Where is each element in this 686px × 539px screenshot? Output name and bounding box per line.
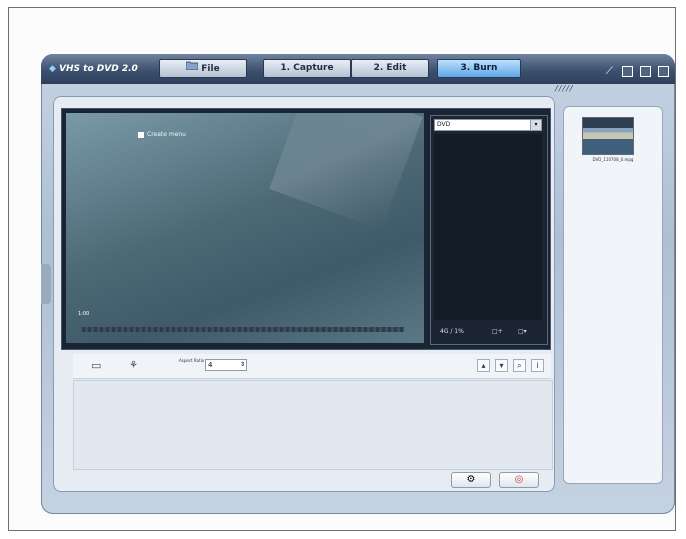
decorative-hatch: ///// [555, 84, 574, 93]
maximize-button[interactable] [639, 66, 651, 77]
preview-timeline-bar[interactable] [82, 327, 404, 332]
zoom-icon[interactable]: ⌕ [513, 359, 526, 372]
left-handle[interactable] [41, 264, 51, 304]
dvd-panel: DVD ▾ 4G / 1% □+ □▾ [430, 115, 548, 345]
tab-edit-label: 2. Edit [373, 63, 407, 73]
aspect-ratio-value: 4 [208, 361, 213, 369]
video-thumbnail-label: DVD_110708_0.mpg [592, 157, 634, 162]
move-up-icon[interactable]: ▴ [477, 359, 490, 372]
screen-glare [269, 113, 423, 230]
tab-file-label: File [201, 64, 220, 74]
dvd-format-value: DVD [437, 121, 451, 128]
aspect-ratio-label: Aspect Ratio [179, 358, 205, 363]
settings-button[interactable]: ⚙ [451, 472, 491, 488]
title-bar: ◆ VHS to DVD 2.0 File 1. Capture 2. Edit… [41, 54, 675, 84]
disc-options-button[interactable]: □▾ [518, 324, 527, 340]
spinner-icon[interactable]: ⇕ [240, 360, 245, 370]
tab-capture[interactable]: 1. Capture [263, 59, 351, 78]
chevron-down-icon[interactable]: ▾ [530, 120, 541, 130]
dvd-format-select[interactable]: DVD ▾ [434, 119, 542, 131]
app-window: ◆ VHS to DVD 2.0 File 1. Capture 2. Edit… [41, 54, 675, 514]
tab-burn-label: 3. Burn [460, 63, 498, 73]
app-logo: ◆ VHS to DVD 2.0 [49, 61, 138, 77]
help-button[interactable] [621, 66, 633, 77]
tab-capture-label: 1. Capture [280, 63, 334, 73]
monitor-icon[interactable]: ▭ [91, 359, 101, 373]
preview-area: Create menu 1:00 DVD ▾ 4G / 1% □+ □▾ [61, 108, 551, 350]
screenshot-frame: ◆ VHS to DVD 2.0 File 1. Capture 2. Edit… [8, 7, 676, 531]
video-thumbnail[interactable] [582, 117, 634, 155]
storyboard-list[interactable] [73, 380, 553, 470]
network-icon[interactable]: ⚘ [129, 359, 138, 373]
preview-screen: Create menu 1:00 [66, 113, 424, 343]
edit-toolbar: ▭ ⚘ Aspect Ratio 4 ⇕ ▴ ▾ ⌕ i [73, 354, 551, 379]
add-to-disc-button[interactable]: □+ [492, 324, 503, 340]
aspect-ratio-input[interactable]: 4 ⇕ [205, 359, 247, 371]
preview-counter: 1:00 [78, 311, 90, 317]
create-menu-checkbox[interactable]: Create menu [138, 131, 186, 138]
burn-button[interactable]: ◎ [499, 472, 539, 488]
window-controls: ⟋ [606, 61, 669, 77]
gears-icon: ⚙ [466, 474, 476, 485]
disc-size-label: 4G / 1% [440, 328, 464, 335]
tab-edit[interactable]: 2. Edit [351, 59, 429, 78]
move-down-icon[interactable]: ▾ [495, 359, 508, 372]
dvd-content-list[interactable] [434, 134, 542, 320]
dvd-footer: 4G / 1% □+ □▾ [434, 324, 542, 340]
tab-burn[interactable]: 3. Burn [437, 59, 521, 78]
info-icon[interactable]: i [531, 359, 544, 372]
checkbox-icon [138, 131, 144, 138]
media-library-panel: DVD_110708_0.mpg [563, 106, 663, 484]
close-button[interactable] [658, 66, 669, 77]
folder-icon [185, 60, 199, 77]
app-logo-icon: ◆ [49, 64, 60, 74]
app-logo-text: VHS to DVD 2.0 [59, 64, 138, 74]
tab-file[interactable]: File [159, 59, 247, 78]
create-menu-label: Create menu [147, 131, 186, 138]
disc-icon: ◎ [514, 474, 524, 485]
minimize-icon[interactable]: ⟋ [606, 66, 613, 77]
